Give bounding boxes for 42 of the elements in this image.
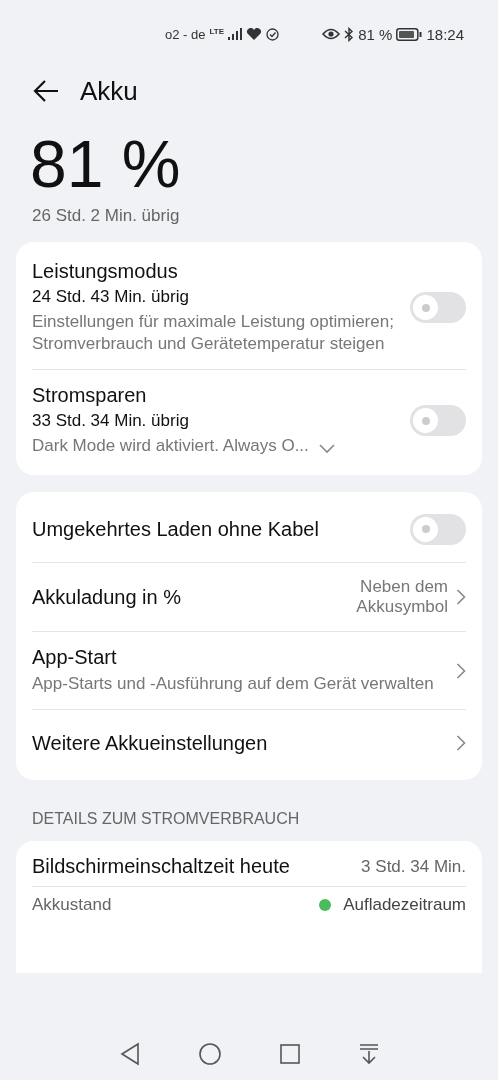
- chevron-right-icon[interactable]: [456, 589, 466, 605]
- remaining-time: 26 Std. 2 Min. übrig: [31, 206, 181, 226]
- setting-title: Akkuladung in %: [32, 585, 182, 609]
- setting-title: Leistungsmodus: [32, 260, 179, 283]
- home-nav-icon[interactable]: [197, 1042, 222, 1066]
- setting-description: App-Starts und -Ausführung auf dem Gerät verwalten: [32, 673, 434, 695]
- eye-icon: [322, 28, 341, 40]
- battery-percentage: 81 %: [358, 25, 393, 43]
- setting-subtitle: 33 Std. 34 Min. übrig: [32, 411, 190, 431]
- setting-title: Weitere Akkueinstellungen: [32, 731, 269, 755]
- signal-icon: [228, 28, 242, 40]
- legend-label: Aufladezeitraum: [343, 895, 466, 915]
- toggle-switch[interactable]: [410, 405, 466, 436]
- stat-value: 3 Std. 34 Min.: [361, 856, 466, 877]
- chevron-right-icon[interactable]: [456, 662, 466, 679]
- back-button[interactable]: [32, 79, 60, 103]
- setting-description: Einstellungen für maximale Leistung optimieren; Stromverbrauch und Gerätetemperatur steigen: [32, 311, 395, 355]
- recents-nav-icon[interactable]: [278, 1043, 301, 1065]
- setting-title: App-Start: [32, 646, 118, 669]
- setting-value: Neben dem Akkusymbol: [355, 577, 448, 617]
- section-heading: DETAILS ZUM STROMVERBRAUCH: [31, 810, 301, 828]
- page-title: Akku: [80, 75, 138, 107]
- stat-label: Bildschirmeinschaltzeit heute: [32, 855, 291, 878]
- back-nav-icon[interactable]: [118, 1042, 141, 1066]
- setting-description: Dark Mode wird aktiviert. Always O...: [32, 435, 309, 457]
- battery-level-value: 81 %: [29, 126, 182, 202]
- setting-title: Stromsparen: [32, 384, 148, 407]
- setting-title: Umgekehrtes Laden ohne Kabel: [32, 517, 320, 541]
- check-circle-icon: [266, 27, 279, 41]
- heart-icon: [246, 27, 262, 41]
- battery-icon: [396, 27, 423, 41]
- carrier-name: o2 - de: [165, 26, 206, 42]
- bluetooth-icon: [344, 26, 355, 42]
- network-type: LTE: [209, 26, 224, 36]
- toggle-switch[interactable]: [410, 513, 466, 545]
- chevron-right-icon[interactable]: [456, 735, 466, 751]
- notification-pulldown-icon[interactable]: [357, 1043, 380, 1065]
- toggle-switch[interactable]: [410, 292, 466, 323]
- setting-subtitle: 24 Std. 43 Min. übrig: [32, 287, 190, 307]
- chevron-down-icon[interactable]: [318, 444, 335, 454]
- clock: 18:24: [426, 25, 464, 43]
- chart-label: Akkustand: [32, 895, 112, 915]
